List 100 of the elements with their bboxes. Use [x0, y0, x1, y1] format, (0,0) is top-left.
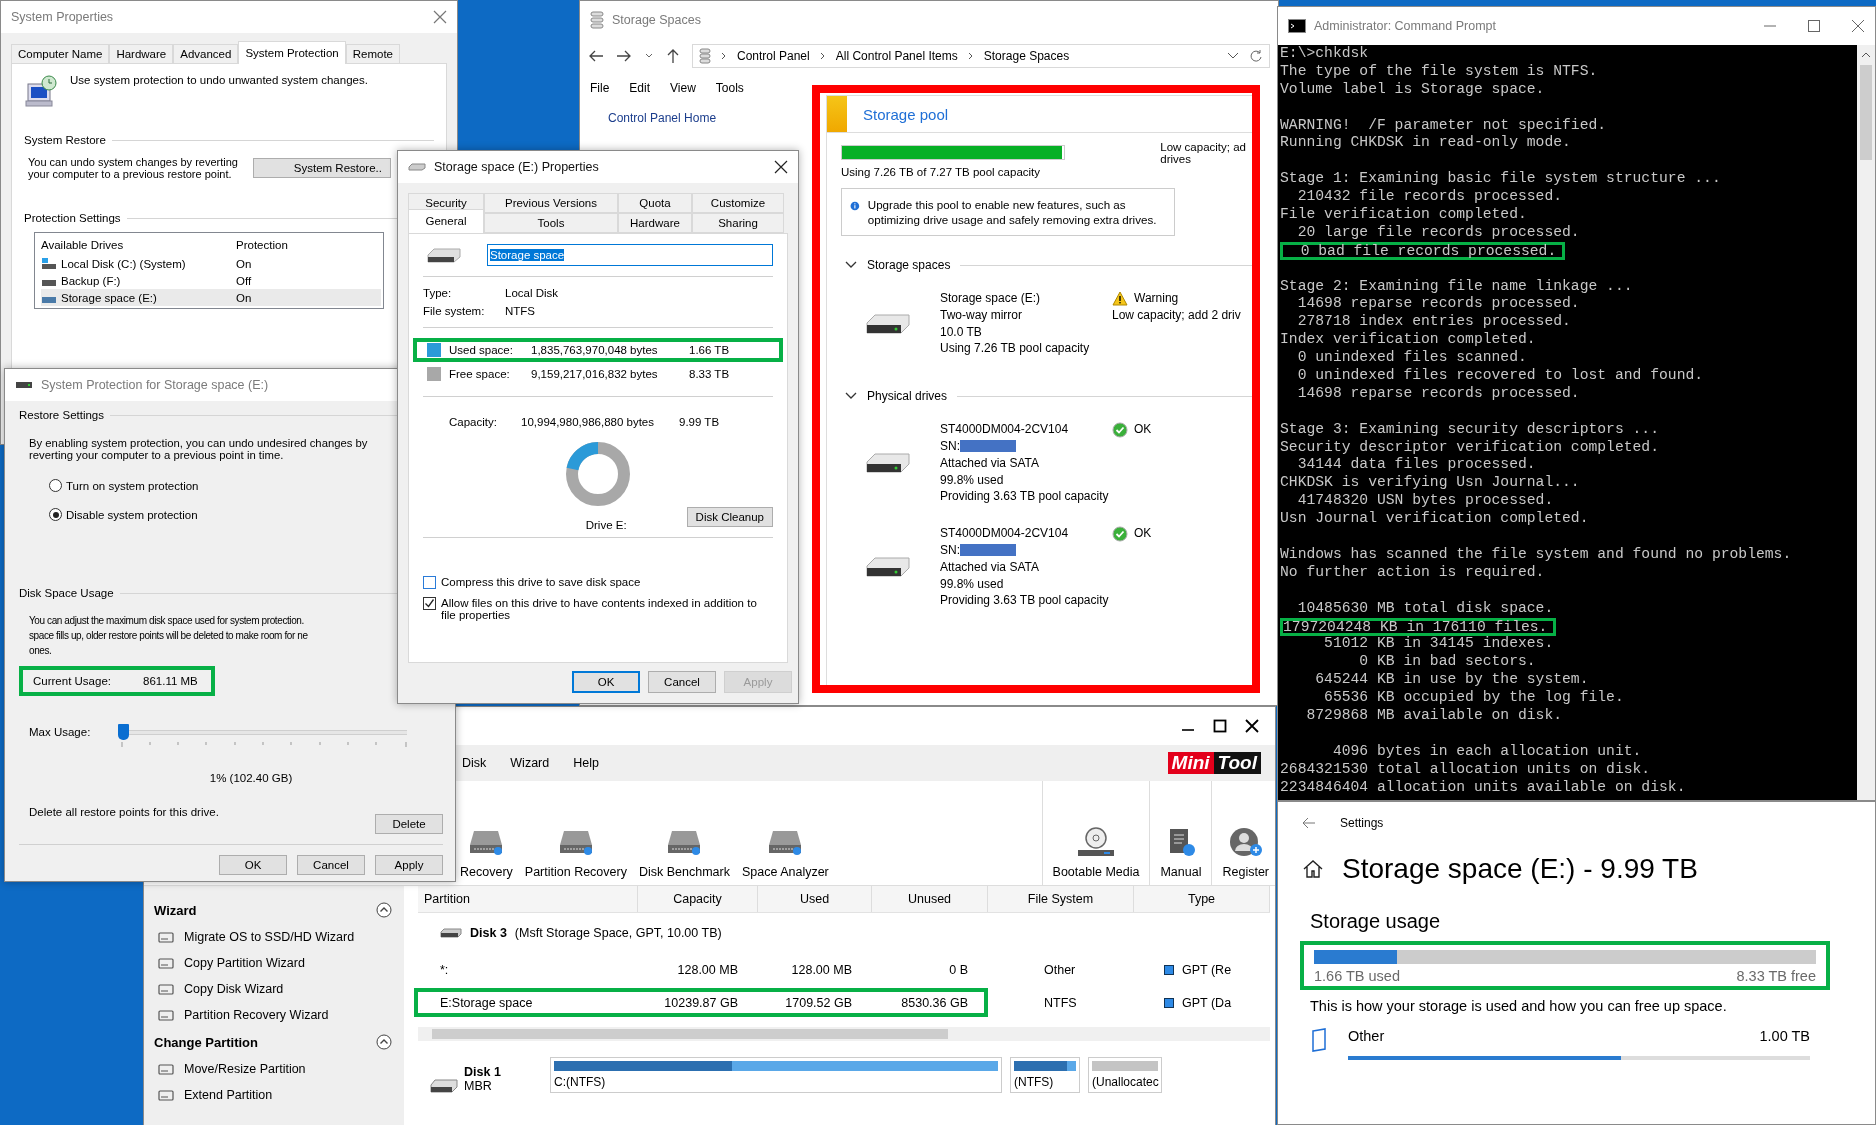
tab[interactable]: Customize: [692, 193, 784, 213]
column-header[interactable]: Unused: [872, 886, 988, 912]
pool-status-text: drives: [1160, 153, 1192, 165]
chevron-up-icon[interactable]: [1861, 51, 1871, 59]
drive-name: Storage space (E:): [61, 291, 157, 304]
breadcrumb-item[interactable]: Storage Spaces: [983, 49, 1070, 63]
dialog-button[interactable]: Apply: [375, 855, 443, 875]
toolbar-button[interactable]: Recovery: [454, 781, 519, 885]
back-arrow-icon[interactable]: [1302, 817, 1316, 829]
drive-detail: 99.8% used: [940, 471, 1005, 489]
checkbox[interactable]: [423, 576, 436, 589]
table-cell-text: 8530.36 GB: [900, 995, 969, 1010]
disk-cleanup-button[interactable]: Disk Cleanup: [686, 507, 773, 527]
table-cell-text: E:Storage space: [439, 995, 534, 1010]
tab[interactable]: Hardware: [109, 44, 174, 63]
horizontal-scrollbar[interactable]: [418, 1027, 1270, 1041]
radio-button[interactable]: [49, 479, 62, 492]
column-header[interactable]: Partition: [418, 886, 638, 912]
partition-block[interactable]: (Unallocatec: [1088, 1057, 1162, 1093]
menu-item[interactable]: File: [590, 81, 610, 95]
size-value: 9.99 TB: [679, 416, 720, 428]
breadcrumb-item[interactable]: Control Panel: [737, 49, 810, 63]
sidebar-item[interactable]: Move/Resize Partition: [154, 1056, 404, 1082]
scrollbar-thumb[interactable]: [432, 1029, 948, 1039]
tab[interactable]: Tools: [484, 213, 618, 233]
tab[interactable]: Computer Name: [11, 44, 110, 63]
menu-item[interactable]: Help: [573, 756, 599, 770]
menu-item[interactable]: View: [670, 81, 696, 95]
sidebar-item[interactable]: Migrate OS to SSD/HD Wizard: [154, 924, 404, 950]
group-title: System Restore: [24, 134, 106, 146]
chevron-down-icon[interactable]: [845, 392, 857, 401]
vertical-scrollbar[interactable]: [1857, 45, 1875, 800]
terminal-icon: [1288, 19, 1306, 33]
address-bar[interactable]: Control Panel All Control Panel Items Storage Spaces: [692, 44, 1270, 68]
drive-name-field[interactable]: Storage space: [487, 244, 773, 266]
back-arrow-icon[interactable]: [588, 49, 604, 63]
partition-block[interactable]: (NTFS): [1010, 1057, 1080, 1093]
tab[interactable]: System Protection: [238, 41, 346, 64]
radio-label[interactable]: Disable system protection: [66, 508, 198, 521]
dialog-button[interactable]: Cancel: [648, 671, 716, 693]
drive-row[interactable]: Backup (F:) Off: [41, 272, 381, 289]
sidebar-item[interactable]: Extend Partition: [154, 1082, 404, 1108]
sidebar-item[interactable]: Partition Recovery Wizard: [154, 1002, 404, 1028]
checkbox-label[interactable]: Compress this drive to save disk space: [441, 576, 641, 588]
chevron-down-icon[interactable]: [644, 52, 654, 60]
control-panel-home-link[interactable]: Control Panel Home: [580, 103, 812, 125]
dialog-button[interactable]: OK: [572, 671, 640, 693]
tab[interactable]: Hardware: [618, 213, 692, 233]
tab[interactable]: Previous Versions: [484, 193, 618, 213]
tab[interactable]: Advanced: [173, 44, 239, 63]
drive-row[interactable]: Local Disk (C:) (System) On: [41, 255, 381, 272]
collapse-icon[interactable]: [376, 902, 392, 918]
breadcrumb-item[interactable]: All Control Panel Items: [835, 49, 958, 63]
storage-category[interactable]: Other 1.00 TB: [1310, 1028, 1810, 1060]
menu-item[interactable]: Wizard: [510, 756, 550, 770]
check-circle-icon: [1112, 421, 1128, 438]
dialog-button[interactable]: OK: [219, 855, 287, 875]
forward-arrow-icon[interactable]: [616, 49, 632, 63]
toolbar-button[interactable]: Partition Recovery: [518, 781, 633, 885]
home-icon[interactable]: [1302, 859, 1324, 879]
refresh-icon[interactable]: [1249, 49, 1263, 63]
column-header[interactable]: Used: [758, 886, 872, 912]
menu-item[interactable]: Edit: [629, 81, 651, 95]
drive-row[interactable]: Storage space (E:) On: [41, 289, 381, 306]
toolbar-button[interactable]: Space Analyzer: [735, 781, 835, 885]
checkbox-label[interactable]: Allow files on this drive to have contents indexed in addition to file properties: [441, 597, 773, 621]
system-restore-button[interactable]: System Restore..: [253, 158, 391, 178]
radio-button[interactable]: [49, 508, 62, 521]
sidebar-item[interactable]: Copy Disk Wizard: [154, 976, 404, 1002]
field-label: Type:: [423, 287, 453, 299]
close-icon[interactable]: [774, 160, 788, 174]
table-cell-text: 128.00 MB: [676, 962, 739, 977]
dialog-button[interactable]: Cancel: [297, 855, 365, 875]
up-arrow-icon[interactable]: [666, 48, 680, 64]
maximize-icon[interactable]: [1213, 719, 1227, 733]
toolbar-button[interactable]: Register: [1216, 781, 1275, 885]
column-header[interactable]: Type: [1134, 886, 1270, 912]
sidebar-item[interactable]: Copy Partition Wizard: [154, 950, 404, 976]
menu-item[interactable]: Tools: [715, 81, 744, 95]
tab[interactable]: Quota: [618, 193, 692, 213]
column-header[interactable]: Capacity: [638, 886, 758, 912]
menu-item[interactable]: Disk: [462, 756, 487, 770]
toolbar-button[interactable]: Bootable Media: [1046, 781, 1146, 885]
column-header[interactable]: File System: [988, 886, 1134, 912]
scrollbar-thumb[interactable]: [1860, 65, 1872, 160]
checkbox[interactable]: [423, 597, 436, 610]
chevron-down-icon[interactable]: [1227, 52, 1239, 60]
delete-button[interactable]: Delete: [375, 814, 443, 834]
radio-label[interactable]: Turn on system protection: [66, 479, 199, 492]
tab[interactable]: General: [408, 209, 484, 234]
chevron-down-icon[interactable]: [845, 261, 857, 269]
table-cell-text: NTFS: [1043, 995, 1078, 1010]
partition-block[interactable]: C:(NTFS): [550, 1057, 1002, 1093]
toolbar-button[interactable]: Manual: [1154, 781, 1208, 885]
tab[interactable]: Remote: [345, 44, 400, 63]
close-icon[interactable]: [1245, 719, 1259, 733]
collapse-icon[interactable]: [376, 1034, 392, 1050]
toolbar-button[interactable]: Disk Benchmark: [632, 781, 736, 885]
tab[interactable]: Sharing: [692, 213, 784, 233]
slider-thumb[interactable]: [117, 724, 129, 740]
